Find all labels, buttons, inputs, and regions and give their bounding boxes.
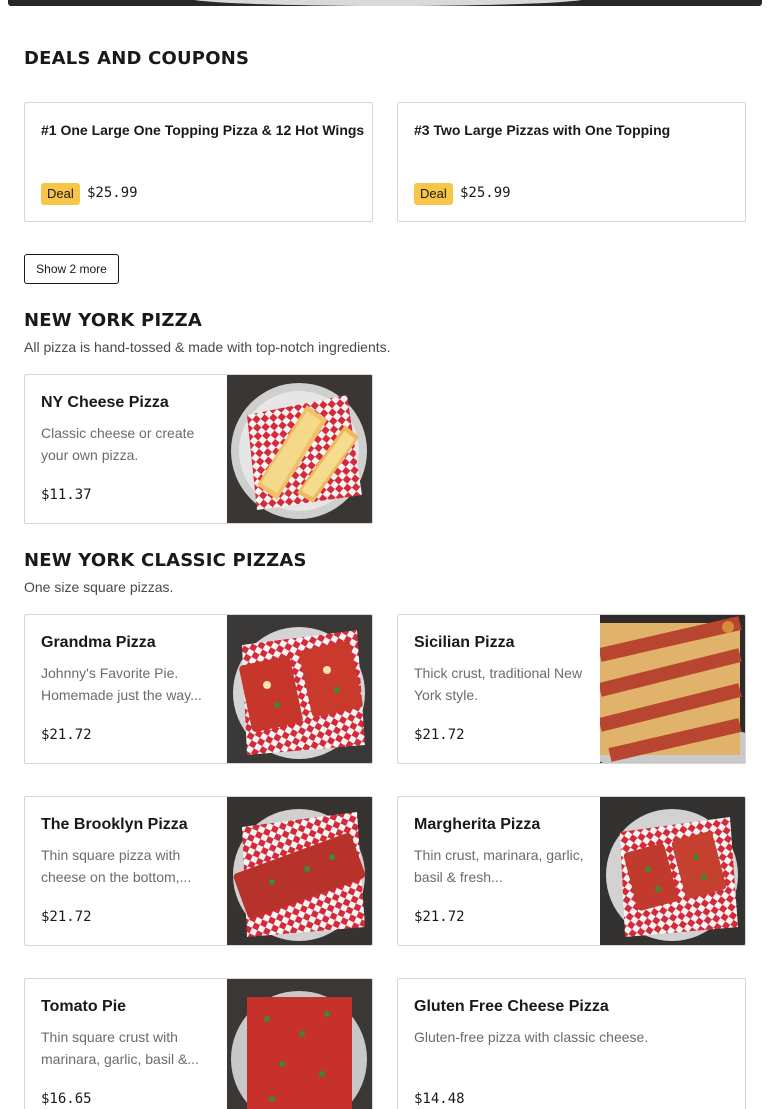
deal-badge: Deal xyxy=(414,183,453,205)
menu-item-price: $21.72 xyxy=(414,909,465,925)
menu-item-description: Thick crust, traditional New York style. xyxy=(414,665,583,703)
menu-item-description: Thin square pizza with cheese on the bot… xyxy=(41,847,192,885)
menu-item-price: $14.48 xyxy=(414,1091,465,1107)
tomato-pie-photo xyxy=(227,979,372,1109)
menu-item-name: Gluten Free Cheese Pizza xyxy=(414,998,609,1015)
deal-title: #1 One Large One Topping Pizza & 12 Hot … xyxy=(41,122,365,138)
menu-item-name: Tomato Pie xyxy=(41,998,127,1015)
deal-badge: Deal xyxy=(41,183,80,205)
menu-item-price: $21.72 xyxy=(414,727,465,743)
show-more-deals-button[interactable]: Show 2 more xyxy=(24,254,119,284)
sicilian-pizza-photo xyxy=(600,615,745,763)
cheese-slices-photo xyxy=(227,375,372,523)
deal-price: $25.99 xyxy=(460,185,511,201)
menu-item-card[interactable]: Grandma Pizza Johnny's Favorite Pie. Hom… xyxy=(24,614,373,764)
menu-item-card[interactable]: The Brooklyn Pizza Thin square pizza wit… xyxy=(24,796,373,946)
ny-classic-section-title: NEW YORK CLASSIC PIZZAS xyxy=(24,550,307,571)
menu-item-card[interactable]: Tomato Pie Thin square crust with marina… xyxy=(24,978,373,1109)
menu-item-card[interactable]: Gluten Free Cheese Pizza Gluten-free piz… xyxy=(397,978,746,1109)
deal-card[interactable]: #3 Two Large Pizzas with One Topping Dea… xyxy=(397,102,746,222)
menu-item-name: Grandma Pizza xyxy=(41,634,156,651)
menu-item-price: $11.37 xyxy=(41,487,92,503)
deal-card[interactable]: #1 One Large One Topping Pizza & 12 Hot … xyxy=(24,102,373,222)
menu-item-name: Margherita Pizza xyxy=(414,816,541,833)
menu-item-description: Classic cheese or create your own pizza. xyxy=(41,425,195,463)
menu-item-price: $21.72 xyxy=(41,727,92,743)
menu-item-description: Johnny's Favorite Pie. Homemade just the… xyxy=(41,665,202,703)
ny-classic-section-description: One size square pizzas. xyxy=(24,579,174,595)
ny-pizza-section-title: NEW YORK PIZZA xyxy=(24,310,202,331)
menu-item-description: Gluten-free pizza with classic cheese. xyxy=(414,1029,649,1045)
menu-item-card[interactable]: NY Cheese Pizza Classic cheese or create… xyxy=(24,374,373,524)
menu-item-card[interactable]: Margherita Pizza Thin crust, marinara, g… xyxy=(397,796,746,946)
menu-item-price: $16.65 xyxy=(41,1091,92,1107)
deal-title: #3 Two Large Pizzas with One Topping xyxy=(414,122,671,138)
menu-item-price: $21.72 xyxy=(41,909,92,925)
brooklyn-pizza-photo xyxy=(227,797,372,945)
deals-section-title: DEALS AND COUPONS xyxy=(24,48,250,69)
menu-item-card[interactable]: Sicilian Pizza Thick crust, traditional … xyxy=(397,614,746,764)
ny-pizza-section-description: All pizza is hand-tossed & made with top… xyxy=(24,339,391,355)
menu-item-name: Sicilian Pizza xyxy=(414,634,515,651)
menu-item-description: Thin square crust with marinara, garlic,… xyxy=(41,1029,199,1067)
deal-price: $25.99 xyxy=(87,185,138,201)
hero-image xyxy=(8,0,762,6)
menu-item-name: NY Cheese Pizza xyxy=(41,394,169,411)
menu-item-description: Thin crust, marinara, garlic, basil & fr… xyxy=(414,847,584,885)
margherita-pizza-photo xyxy=(600,797,745,945)
menu-item-name: The Brooklyn Pizza xyxy=(41,816,188,833)
grandma-pizza-photo xyxy=(227,615,372,763)
